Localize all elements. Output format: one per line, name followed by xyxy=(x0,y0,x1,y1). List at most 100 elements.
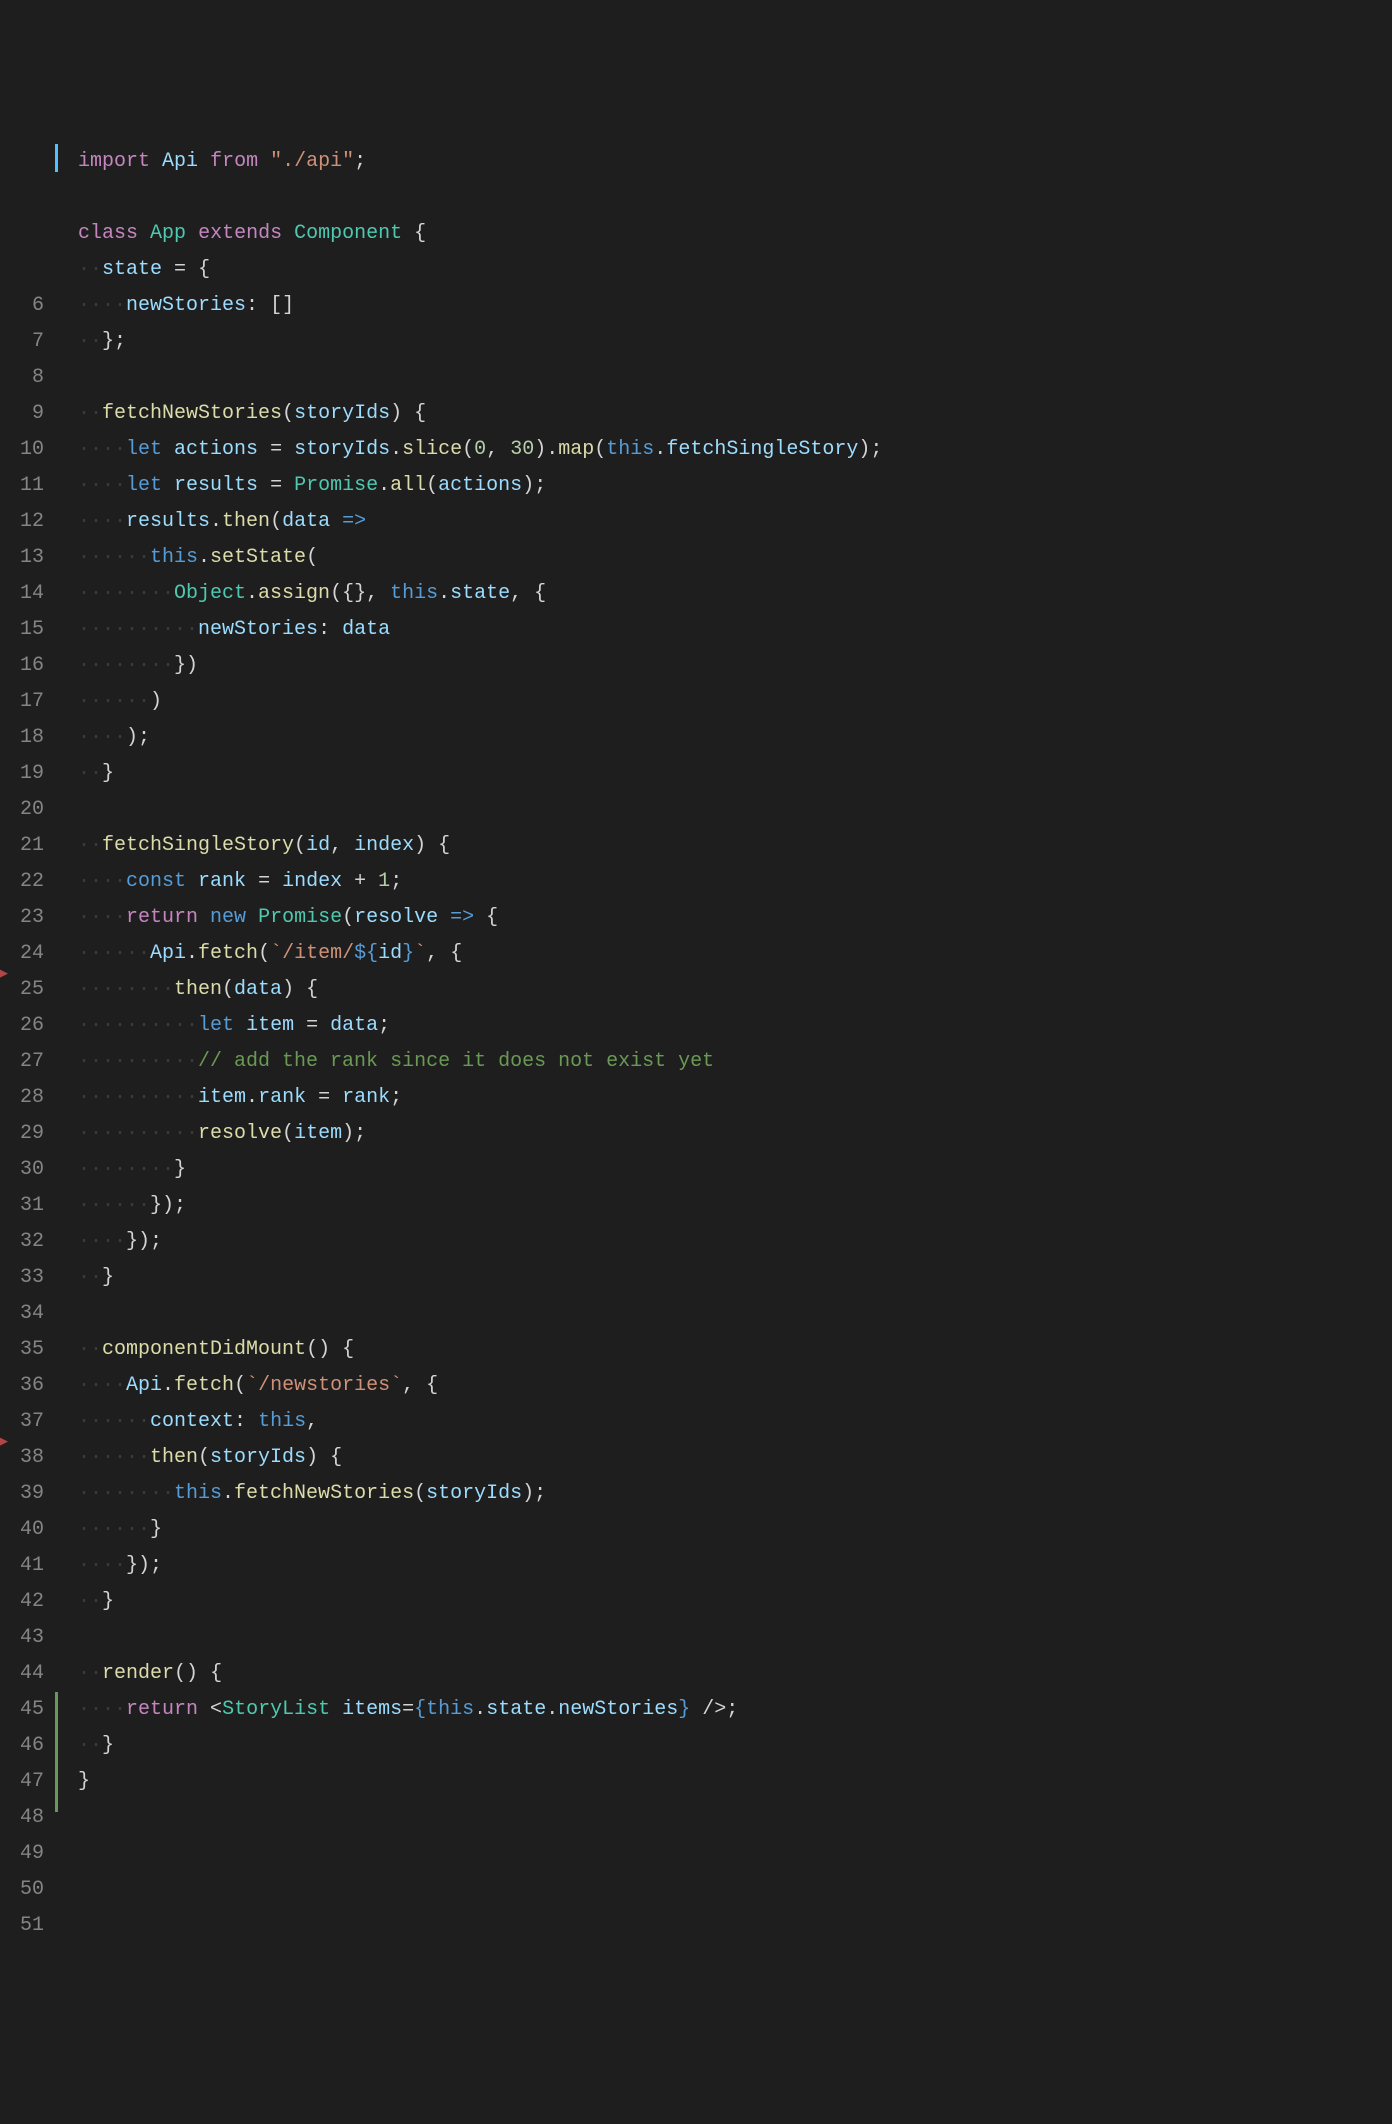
line-number[interactable]: 41 xyxy=(0,1548,44,1584)
token-pn: () xyxy=(306,1338,330,1361)
code-line[interactable]: ······) xyxy=(78,684,1392,720)
line-number[interactable]: 23 xyxy=(0,900,44,936)
line-number[interactable]: 39 xyxy=(0,1476,44,1512)
line-number[interactable]: 6 xyxy=(0,288,44,324)
line-number[interactable]: 51 xyxy=(0,1908,44,1944)
code-line[interactable]: ··fetchSingleStory(id, index) { xyxy=(78,828,1392,864)
line-number[interactable]: 9 xyxy=(0,396,44,432)
code-line[interactable]: ····let actions = storyIds.slice(0, 30).… xyxy=(78,432,1392,468)
line-number[interactable]: 22 xyxy=(0,864,44,900)
code-line[interactable]: ··state = { xyxy=(78,252,1392,288)
code-line[interactable]: ····Api.fetch(`/newstories`, { xyxy=(78,1368,1392,1404)
code-line[interactable]: ········this.fetchNewStories(storyIds); xyxy=(78,1476,1392,1512)
code-line[interactable]: ········} xyxy=(78,1152,1392,1188)
code-line[interactable]: ······context: this, xyxy=(78,1404,1392,1440)
line-number[interactable]: 43 xyxy=(0,1620,44,1656)
code-line[interactable]: ··········// add the rank since it does … xyxy=(78,1044,1392,1080)
line-number[interactable]: 32 xyxy=(0,1224,44,1260)
code-line[interactable]: ··} xyxy=(78,1584,1392,1620)
token-id xyxy=(198,906,210,929)
code-line[interactable]: ··········item.rank = rank; xyxy=(78,1080,1392,1116)
code-editor[interactable]: ▶▶ 6789101112131415161718192021222324252… xyxy=(0,144,1392,1944)
line-number[interactable]: 49 xyxy=(0,1836,44,1872)
line-number[interactable]: 34 xyxy=(0,1296,44,1332)
code-line[interactable]: ········}) xyxy=(78,648,1392,684)
line-number[interactable]: 18 xyxy=(0,720,44,756)
code-line[interactable]: ······Api.fetch(`/item/${id}`, { xyxy=(78,936,1392,972)
line-number[interactable]: 47 xyxy=(0,1764,44,1800)
code-content[interactable]: import Api from "./api"; class App extend… xyxy=(58,144,1392,1944)
code-line[interactable]: ······this.setState( xyxy=(78,540,1392,576)
line-number[interactable]: 20 xyxy=(0,792,44,828)
line-number[interactable]: 15 xyxy=(0,612,44,648)
code-line[interactable]: ······then(storyIds) { xyxy=(78,1440,1392,1476)
code-line[interactable]: ········Object.assign({}, this.state, { xyxy=(78,576,1392,612)
line-number[interactable]: 17 xyxy=(0,684,44,720)
code-line[interactable]: ····return new Promise(resolve => { xyxy=(78,900,1392,936)
code-line[interactable]: ····results.then(data => xyxy=(78,504,1392,540)
gutter-marker-icon[interactable]: ▶ xyxy=(0,1424,8,1460)
gutter-marker-icon[interactable]: ▶ xyxy=(0,956,8,992)
line-number[interactable]: 33 xyxy=(0,1260,44,1296)
code-line[interactable]: ····let results = Promise.all(actions); xyxy=(78,468,1392,504)
line-number[interactable]: 35 xyxy=(0,1332,44,1368)
code-line[interactable] xyxy=(78,360,1392,396)
code-line[interactable]: ··}; xyxy=(78,324,1392,360)
token-pn: { xyxy=(450,942,462,965)
code-line[interactable] xyxy=(78,180,1392,216)
code-line[interactable] xyxy=(78,1620,1392,1656)
indent-guide: ···· xyxy=(78,1698,126,1721)
code-line[interactable]: ····}); xyxy=(78,1224,1392,1260)
line-number[interactable]: 36 xyxy=(0,1368,44,1404)
line-number[interactable]: 44 xyxy=(0,1656,44,1692)
line-number[interactable]: 30 xyxy=(0,1152,44,1188)
line-number[interactable]: 50 xyxy=(0,1872,44,1908)
code-line[interactable]: } xyxy=(78,1764,1392,1800)
code-line[interactable]: ··········resolve(item); xyxy=(78,1116,1392,1152)
line-number[interactable]: 14 xyxy=(0,576,44,612)
code-line[interactable]: ··········newStories: data xyxy=(78,612,1392,648)
line-number[interactable]: 19 xyxy=(0,756,44,792)
code-line[interactable] xyxy=(78,792,1392,828)
line-number[interactable]: 7 xyxy=(0,324,44,360)
code-line[interactable]: ····); xyxy=(78,720,1392,756)
line-number[interactable]: 10 xyxy=(0,432,44,468)
line-number[interactable]: 27 xyxy=(0,1044,44,1080)
line-number[interactable]: 11 xyxy=(0,468,44,504)
line-number[interactable]: 13 xyxy=(0,540,44,576)
line-number[interactable]: 42 xyxy=(0,1584,44,1620)
line-number[interactable]: 40 xyxy=(0,1512,44,1548)
code-line[interactable]: ··componentDidMount() { xyxy=(78,1332,1392,1368)
code-line[interactable]: ····newStories: [] xyxy=(78,288,1392,324)
code-line[interactable]: ··render() { xyxy=(78,1656,1392,1692)
code-line[interactable]: ····const rank = index + 1; xyxy=(78,864,1392,900)
code-line[interactable]: class App extends Component { xyxy=(78,216,1392,252)
code-line[interactable] xyxy=(78,1296,1392,1332)
line-number[interactable]: 45 xyxy=(0,1692,44,1728)
code-line[interactable]: ··fetchNewStories(storyIds) { xyxy=(78,396,1392,432)
code-line[interactable]: ····return <StoryList items={this.state.… xyxy=(78,1692,1392,1728)
code-line[interactable]: ··} xyxy=(78,1728,1392,1764)
line-number[interactable]: 8 xyxy=(0,360,44,396)
code-line[interactable]: ········then(data) { xyxy=(78,972,1392,1008)
line-number[interactable]: 48 xyxy=(0,1800,44,1836)
line-number[interactable]: 16 xyxy=(0,648,44,684)
code-line[interactable]: ····}); xyxy=(78,1548,1392,1584)
code-line[interactable]: import Api from "./api"; xyxy=(78,144,1392,180)
line-number-gutter[interactable]: ▶▶ 6789101112131415161718192021222324252… xyxy=(0,144,58,1944)
code-line[interactable]: ··} xyxy=(78,756,1392,792)
line-number[interactable]: 29 xyxy=(0,1116,44,1152)
line-number[interactable]: 28 xyxy=(0,1080,44,1116)
indent-guide: ·········· xyxy=(78,1086,198,1109)
line-number[interactable]: 21 xyxy=(0,828,44,864)
line-number[interactable]: 26 xyxy=(0,1008,44,1044)
line-number[interactable]: 31 xyxy=(0,1188,44,1224)
token-str: `/item/ xyxy=(270,942,354,965)
code-line[interactable]: ··} xyxy=(78,1260,1392,1296)
code-line[interactable]: ······} xyxy=(78,1512,1392,1548)
line-number[interactable]: 12 xyxy=(0,504,44,540)
indent-guide: ·· xyxy=(78,834,102,857)
line-number[interactable]: 46 xyxy=(0,1728,44,1764)
code-line[interactable]: ······}); xyxy=(78,1188,1392,1224)
code-line[interactable]: ··········let item = data; xyxy=(78,1008,1392,1044)
